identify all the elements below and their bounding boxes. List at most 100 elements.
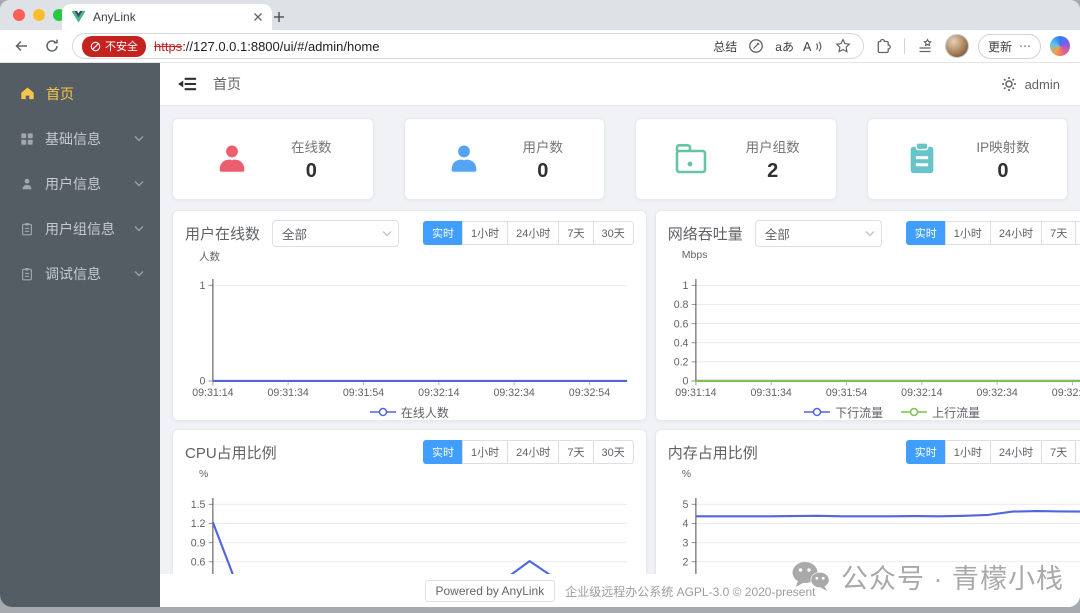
svg-text:0.8: 0.8 <box>673 299 688 311</box>
summarize-pen-icon[interactable] <box>745 35 767 57</box>
chart-legend: 下行流量 上行流量 <box>664 404 1080 420</box>
address-bar[interactable]: 不安全 https://127.0.0.1:8800/ui/#/admin/ho… <box>72 33 864 59</box>
close-window-button[interactable] <box>13 9 25 21</box>
gear-icon <box>1001 77 1016 91</box>
summarize-label[interactable]: 总结 <box>713 38 737 55</box>
tab-close-icon[interactable] <box>253 12 263 22</box>
translate-icon[interactable]: aあ <box>775 38 794 55</box>
time-filter-group: 实时1小时24小时7天30天 <box>423 440 634 464</box>
chart-card-throughput: 网络吞吐量 全部 实时1小时24小时7天30天 Mbps 00.20.40.60… <box>654 210 1080 421</box>
stats-row: 在线数 0 用户数 0 用户组数 2 IP映射数 0 <box>172 118 1068 200</box>
clipboard-icon <box>22 222 32 235</box>
read-aloud-icon[interactable]: A <box>802 35 824 57</box>
refresh-button[interactable] <box>41 35 63 57</box>
collapse-menu-icon[interactable] <box>178 76 197 92</box>
svg-text:09:32:54: 09:32:54 <box>569 387 610 399</box>
legend-label: 在线人数 <box>400 405 449 420</box>
scope-select[interactable]: 全部 <box>272 219 400 247</box>
time-filter-button[interactable]: 7天 <box>558 440 594 464</box>
anylink-app: 首页 基础信息 用户信息 用户组信息 调试信息 首页 admin 在线数 0 用… <box>0 63 1080 607</box>
browser-tab[interactable]: AnyLink <box>62 4 272 30</box>
watermark: 公众号 · 青檬小栈 <box>791 557 1064 596</box>
svg-text:09:31:54: 09:31:54 <box>343 387 384 399</box>
powered-by-chip[interactable]: Powered by AnyLink <box>424 580 556 602</box>
time-filter-button[interactable]: 7天 <box>1041 440 1077 464</box>
toolbar-separator <box>903 38 905 54</box>
chevron-down-icon <box>134 181 144 187</box>
security-badge[interactable]: 不安全 <box>82 35 146 57</box>
time-filter-button[interactable]: 1小时 <box>944 440 991 464</box>
time-filter-button[interactable]: 1小时 <box>462 221 509 245</box>
sidebar-item-debug-info[interactable]: 调试信息 <box>0 251 160 296</box>
chart-title: 网络吞吐量 <box>667 225 743 243</box>
sidebar-item-user-group-info[interactable]: 用户组信息 <box>0 206 160 251</box>
time-filter-button[interactable]: 24小时 <box>989 440 1043 464</box>
time-filter-button[interactable]: 实时 <box>905 221 946 245</box>
legend-marker-icon <box>901 408 928 417</box>
sidebar-item-user-info[interactable]: 用户信息 <box>0 161 160 206</box>
license-text: 企业级远程办公系统 AGPL-3.0 © 2020-present <box>565 584 816 599</box>
legend-label: 下行流量 <box>835 405 884 420</box>
browser-window: AnyLink 不安全 https://127.0.0.1:8800/ui/#/… <box>0 0 1080 607</box>
scope-select[interactable]: 全部 <box>754 219 882 247</box>
profile-avatar[interactable] <box>944 34 969 58</box>
time-filter-button[interactable]: 1小时 <box>944 221 991 245</box>
time-filter-button[interactable]: 30天 <box>592 221 634 245</box>
time-filter-button[interactable]: 24小时 <box>507 440 560 464</box>
svg-text:09:32:34: 09:32:34 <box>493 387 534 399</box>
axis-unit-label: % <box>681 468 692 480</box>
tab-title: AnyLink <box>93 10 136 24</box>
time-filter-button[interactable]: 24小时 <box>989 221 1043 245</box>
extensions-icon[interactable] <box>873 35 895 57</box>
svg-text:09:31:34: 09:31:34 <box>268 387 309 399</box>
person-icon <box>451 145 476 172</box>
line-chart: 0109:31:14 09:31:34 09:31:54 09:32:14 09:32:… <box>192 278 628 399</box>
svg-text:0.4: 0.4 <box>673 337 688 349</box>
time-filter-button[interactable]: 24小时 <box>507 221 560 245</box>
sidebar-item-home[interactable]: 首页 <box>0 71 160 116</box>
legend-item[interactable]: 在线人数 <box>369 404 449 421</box>
time-filter-button[interactable]: 30天 <box>1075 221 1080 245</box>
more-menu-icon[interactable]: ⋯ <box>1019 39 1031 53</box>
stat-label: 用户组数 <box>745 139 800 155</box>
chart-title: CPU占用比例 <box>185 444 277 462</box>
chart-card-online-users: 用户在线数 全部 实时 1小时 24小时 7天 30天 人数 0 1 09:31:14 09:… <box>172 210 647 421</box>
stat-value: 0 <box>305 159 317 182</box>
time-filter-button[interactable]: 30天 <box>1075 440 1080 464</box>
svg-text:1: 1 <box>200 280 206 292</box>
time-filter-button[interactable]: 实时 <box>423 221 464 245</box>
time-filter-button[interactable]: 1小时 <box>462 440 509 464</box>
sidebar: 首页 基础信息 用户信息 用户组信息 调试信息 <box>0 63 160 607</box>
time-filter-button[interactable]: 7天 <box>558 221 594 245</box>
minimize-window-button[interactable] <box>33 9 45 21</box>
legend-item[interactable]: 上行流量 <box>901 404 980 421</box>
stat-card-users: 用户数 0 <box>403 118 605 200</box>
update-button[interactable]: 更新 ⋯ <box>977 33 1041 59</box>
svg-text:09:31:14: 09:31:14 <box>192 387 233 399</box>
svg-text:1.5: 1.5 <box>191 499 206 511</box>
collections-icon[interactable] <box>914 35 936 57</box>
chart-title: 内存占用比例 <box>667 444 758 462</box>
time-filter-button[interactable]: 30天 <box>592 440 634 464</box>
new-tab-button[interactable] <box>268 6 290 28</box>
stat-card-ip-mappings: IP映射数 0 <box>866 118 1068 200</box>
stat-label: IP映射数 <box>976 139 1030 155</box>
username: admin <box>1024 76 1060 92</box>
time-filter-button[interactable]: 实时 <box>905 440 946 464</box>
axis-unit-label: Mbps <box>681 249 708 261</box>
svg-text:09:32:34: 09:32:34 <box>976 387 1017 399</box>
svg-text:09:32:14: 09:32:14 <box>901 387 942 399</box>
breadcrumb[interactable]: 首页 <box>213 74 241 94</box>
back-button[interactable] <box>10 35 32 57</box>
time-filter-button[interactable]: 7天 <box>1041 221 1077 245</box>
time-filter-button[interactable]: 实时 <box>423 440 464 464</box>
user-menu[interactable]: admin <box>1001 76 1060 92</box>
sidebar-item-basic-info[interactable]: 基础信息 <box>0 116 160 161</box>
time-filter-group: 实时1小时24小时7天30天 <box>905 440 1080 464</box>
legend-item[interactable]: 下行流量 <box>804 404 883 421</box>
svg-text:A: A <box>803 40 812 54</box>
favorite-star-icon[interactable] <box>832 35 854 57</box>
plus-icon <box>274 12 284 22</box>
time-filter-group: 实时1小时24小时7天30天 <box>905 221 1080 245</box>
copilot-icon[interactable] <box>1050 36 1070 56</box>
